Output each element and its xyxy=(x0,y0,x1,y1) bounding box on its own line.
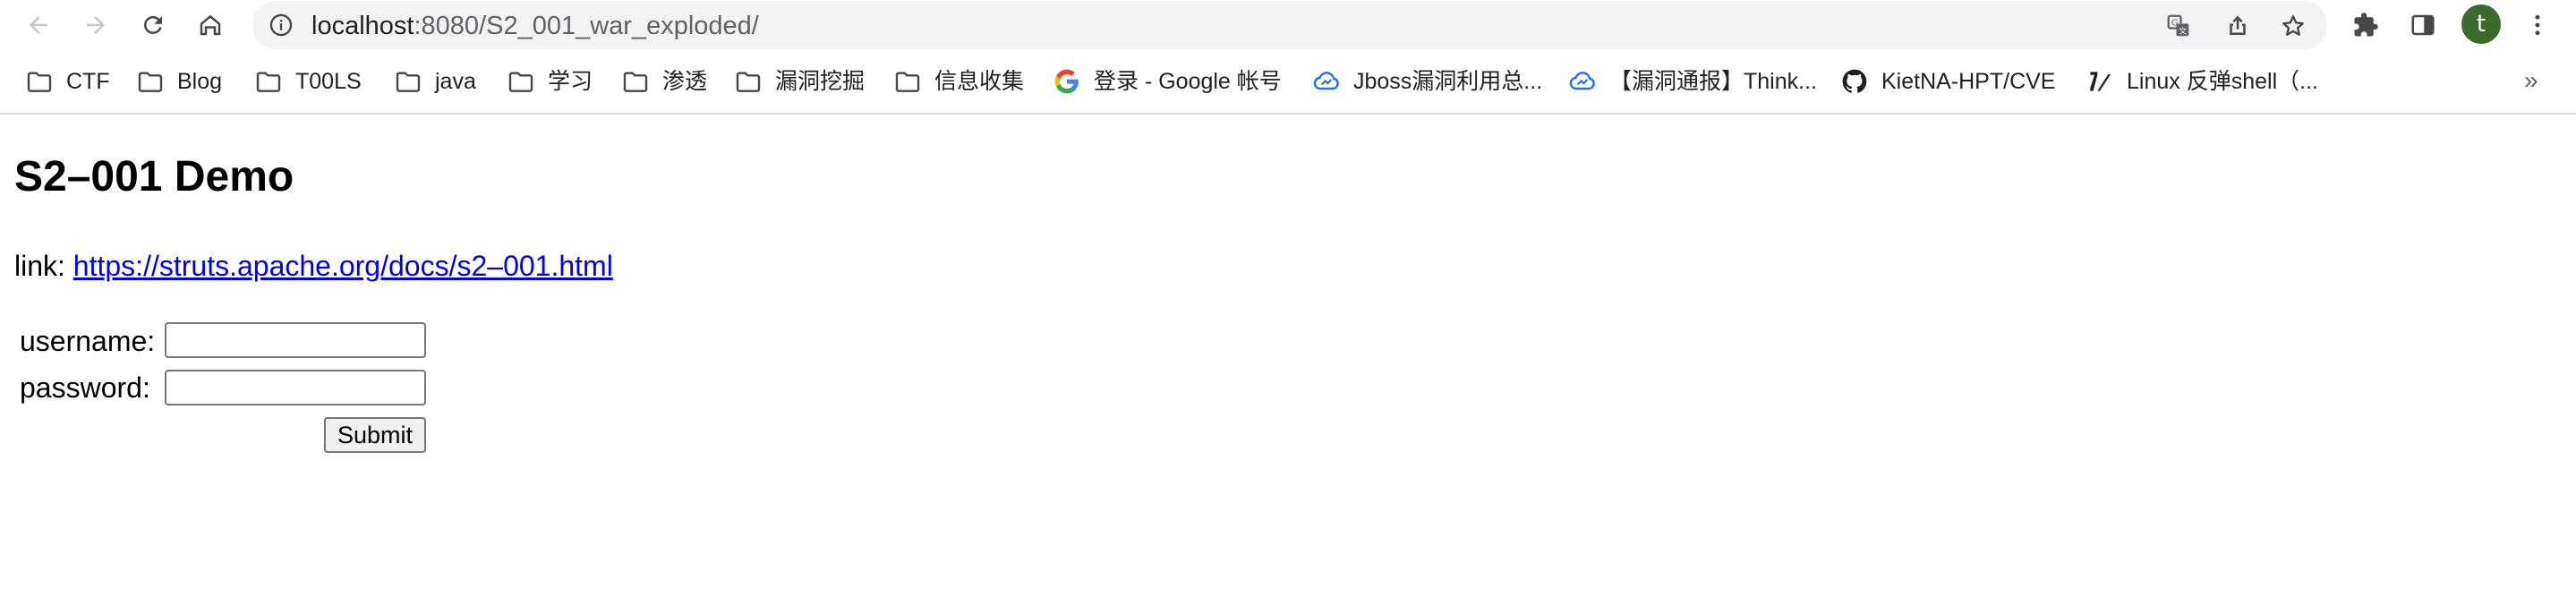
folder-icon xyxy=(136,67,165,96)
bookmark-item[interactable]: T00LS xyxy=(254,64,362,98)
bookmark-label: Jboss漏洞利用总... xyxy=(1353,69,1543,94)
puzzle-icon xyxy=(2354,13,2378,37)
bookmark-item[interactable]: 漏洞挖掘 xyxy=(734,64,865,98)
browser-toolbar: localhost:8080/S2_001_war_exploded/ G文 t xyxy=(0,0,2576,50)
share-icon xyxy=(2230,15,2246,35)
bookmark-label: 信息收集 xyxy=(934,69,1025,94)
folder-icon xyxy=(734,67,763,96)
bookmark-item[interactable]: 渗透 xyxy=(621,64,707,98)
username-label: username: xyxy=(20,325,156,357)
bookmark-item[interactable]: 【漏洞通报】Think... xyxy=(1568,64,1817,98)
bookmark-label: Linux 反弹shell（... xyxy=(2127,69,2318,94)
bookmark-item[interactable]: Blog xyxy=(136,64,222,98)
bookmark-label: java xyxy=(435,69,476,94)
extensions-button[interactable] xyxy=(2350,10,2381,40)
folder-icon xyxy=(893,67,922,96)
submit-button[interactable]: Submit xyxy=(324,417,426,453)
folder-icon xyxy=(507,67,535,96)
bookmark-star-button[interactable] xyxy=(2279,12,2307,40)
bookmark-label: Blog xyxy=(177,69,223,94)
bookmark-item[interactable]: Linux 反弹shell（... xyxy=(2086,64,2318,98)
advisory-link[interactable]: https://struts.apache.org/docs/s2–001.ht… xyxy=(73,250,613,282)
translate-icon: G文 xyxy=(2167,14,2189,37)
bookmark-label: 学习 xyxy=(548,69,593,94)
bookmark-item[interactable]: 登录 - Google 帐号 xyxy=(1053,64,1282,98)
bookmark-item[interactable]: java xyxy=(394,64,476,98)
home-icon xyxy=(200,14,221,36)
url-host: localhost xyxy=(311,12,414,40)
translate-button[interactable]: G文 xyxy=(2164,12,2193,40)
bookmark-item[interactable]: 学习 xyxy=(507,64,593,98)
kebab-menu-icon xyxy=(2535,14,2540,36)
bookmark-label: T00LS xyxy=(295,69,362,94)
bookmark-label: 渗透 xyxy=(662,69,708,94)
cloud-icon xyxy=(1568,67,1597,96)
side-panel-icon xyxy=(2411,14,2435,36)
profile-avatar[interactable]: t xyxy=(2461,4,2501,44)
folder-icon xyxy=(25,67,54,96)
bookmark-item[interactable]: CTF xyxy=(25,64,110,98)
svg-text:文: 文 xyxy=(2179,26,2187,37)
bookmark-item[interactable]: KietNA-HPT/CVE xyxy=(1840,64,2055,98)
link-prefix: link: xyxy=(14,250,73,282)
github-icon xyxy=(1840,67,1869,96)
site-info-icon[interactable] xyxy=(269,13,294,38)
reload-icon xyxy=(144,15,162,34)
password-label: password: xyxy=(20,371,150,404)
home-button[interactable] xyxy=(192,6,229,44)
more-bookmarks-button[interactable]: » xyxy=(2524,66,2538,95)
address-bar[interactable]: localhost:8080/S2_001_war_exploded/ G文 xyxy=(252,1,2327,49)
svg-text:G: G xyxy=(2171,18,2179,28)
reload-button[interactable] xyxy=(134,6,172,44)
password-input[interactable] xyxy=(165,370,426,405)
star-icon xyxy=(2282,15,2304,36)
bookmark-label: 漏洞挖掘 xyxy=(775,69,866,94)
back-button[interactable] xyxy=(20,6,57,44)
side-panel-button[interactable] xyxy=(2408,10,2438,40)
share-button[interactable] xyxy=(2223,12,2252,40)
username-input[interactable] xyxy=(165,322,426,358)
bookmark-label: KietNA-HPT/CVE xyxy=(1881,69,2056,94)
menu-button[interactable] xyxy=(2522,10,2553,40)
forward-arrow-icon xyxy=(87,16,105,34)
cloud-icon xyxy=(1312,67,1341,96)
bookmark-label: 登录 - Google 帐号 xyxy=(1094,69,1282,94)
forward-button[interactable] xyxy=(77,6,115,44)
page-title: S2–001 Demo xyxy=(14,153,294,201)
bookmark-label: 【漏洞通报】Think... xyxy=(1609,69,1817,94)
bookmarks-bar: CTF Blog T00LS java 学习 渗透 漏洞挖掘 信息收集 登录 - Google … xyxy=(0,52,2576,115)
bookmark-item[interactable]: Jboss漏洞利用总... xyxy=(1312,64,1542,98)
folder-icon xyxy=(621,67,650,96)
page-content: S2–001 Demo link: https://struts.apache.… xyxy=(0,116,2576,589)
folder-icon xyxy=(394,67,422,96)
bookmark-label: CTF xyxy=(66,69,110,94)
url-text[interactable]: localhost:8080/S2_001_war_exploded/ xyxy=(311,12,759,40)
folder-icon xyxy=(254,67,283,96)
bookmark-item[interactable]: 信息收集 xyxy=(893,64,1024,98)
zhihu-icon xyxy=(2086,67,2114,96)
google-icon xyxy=(1053,67,1081,96)
back-arrow-icon xyxy=(30,16,47,34)
link-line: link: https://struts.apache.org/docs/s2–… xyxy=(14,248,613,284)
url-path: :8080/S2_001_war_exploded/ xyxy=(414,12,759,40)
